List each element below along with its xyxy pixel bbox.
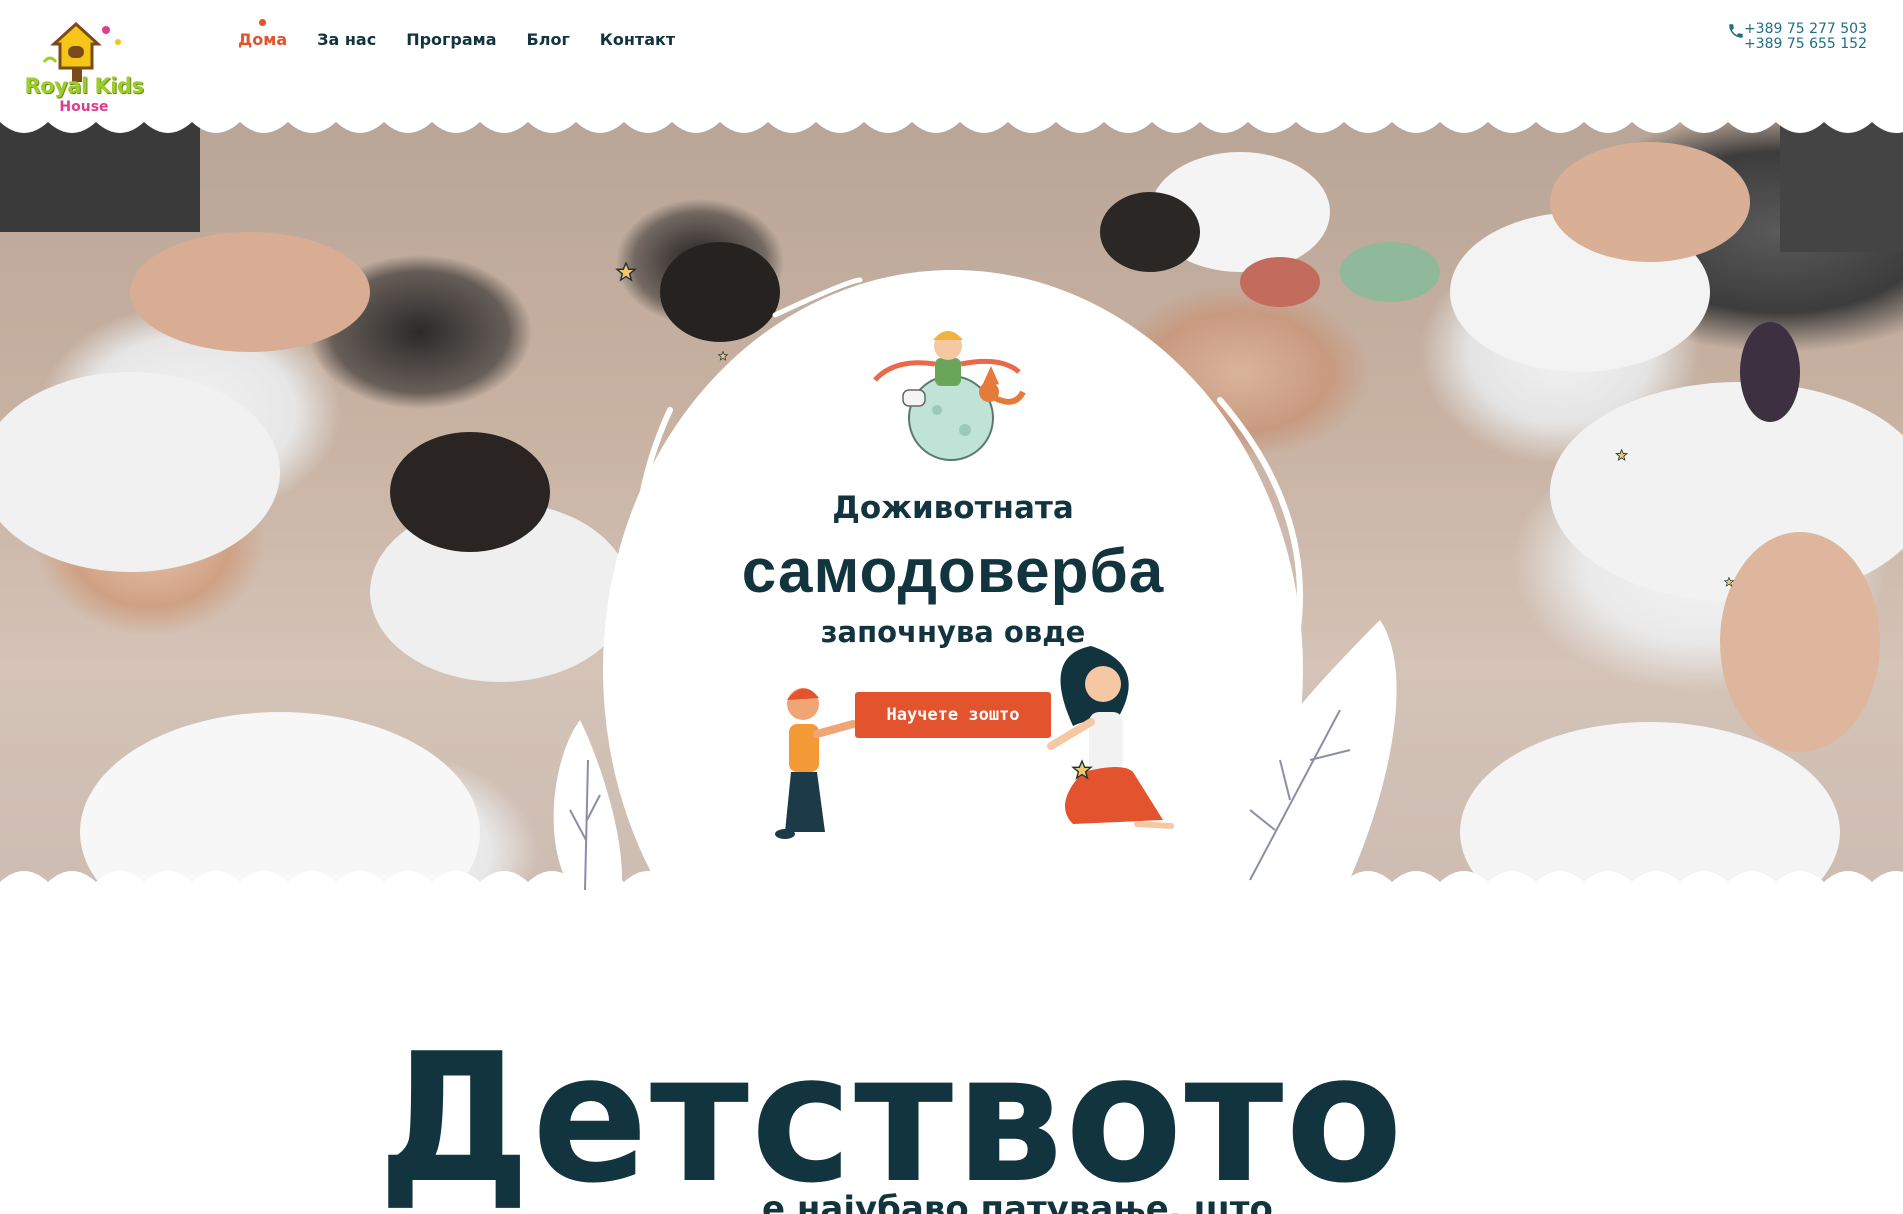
main-nav: Дома За нас Програма Блог Контакт [238, 19, 675, 49]
nav-blog[interactable]: Блог [527, 30, 570, 49]
hero-line-1: Доживотната [832, 490, 1074, 526]
woman-illustration [1047, 646, 1174, 829]
logo-subtitle: House [59, 99, 109, 115]
nav-about[interactable]: За нас [317, 30, 376, 49]
bottom-wave-edge [0, 871, 1903, 902]
site-logo[interactable]: Royal Kids House [24, 16, 144, 116]
boy-illustration [775, 688, 857, 839]
phone-number-2[interactable]: +389 75 655 152 [1744, 37, 1867, 52]
hero-headline: самодоверба [741, 537, 1165, 606]
phone-icon [1729, 24, 1743, 38]
intro-subtitle: е најубаво патување, што [762, 1189, 1273, 1214]
left-plant-illustration [553, 720, 622, 900]
nav-program[interactable]: Програма [406, 30, 496, 49]
nav-contact[interactable]: Контакт [600, 30, 675, 49]
logo-title: Royal Kids [24, 74, 144, 98]
learn-why-button[interactable]: Научете зошто [855, 692, 1051, 738]
hero-line-3: започнува овде [820, 615, 1086, 649]
little-prince-illustration [873, 331, 1026, 461]
right-plant-illustration [1199, 620, 1397, 900]
phone-numbers: +389 75 277 503 +389 75 655 152 [1744, 22, 1867, 52]
nav-home[interactable]: Дома [238, 19, 288, 49]
site-header: Royal Kids House Дома За нас Програма Бл… [0, 0, 1903, 122]
phone-number-1[interactable]: +389 75 277 503 [1744, 22, 1867, 37]
active-indicator [259, 19, 266, 26]
nav-home-label: Дома [238, 30, 288, 49]
